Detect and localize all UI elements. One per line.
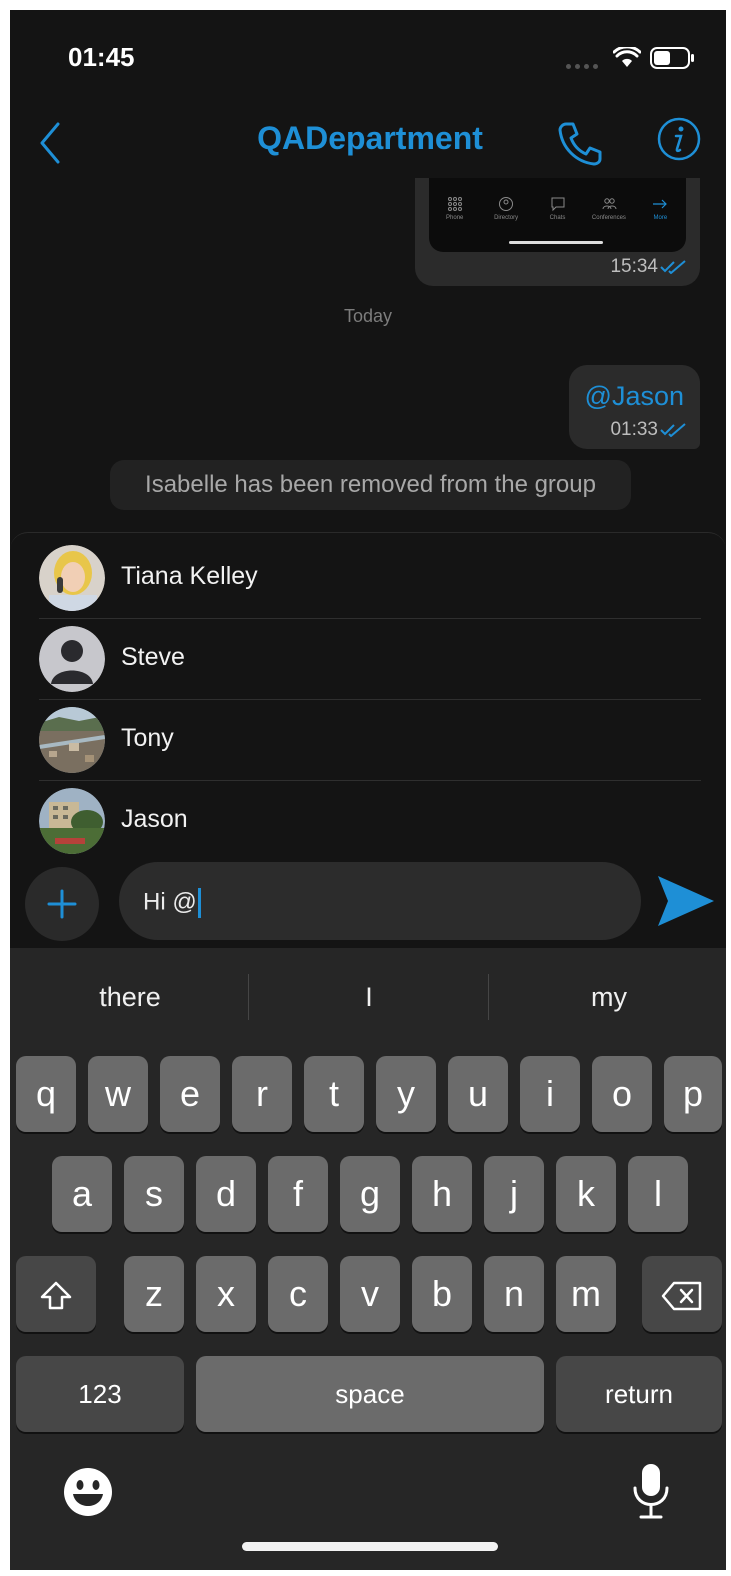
- numbers-key[interactable]: 123: [16, 1356, 184, 1432]
- cellular-signal-icon: [566, 64, 598, 69]
- message-input-value: Hi @: [143, 888, 197, 916]
- key-n[interactable]: n: [484, 1256, 544, 1332]
- message-composer: Hi @: [10, 860, 726, 950]
- key-w[interactable]: w: [88, 1056, 148, 1132]
- back-icon[interactable]: [36, 118, 66, 168]
- preview-tab: Directory: [480, 196, 531, 221]
- key-t[interactable]: t: [304, 1056, 364, 1132]
- key-f[interactable]: f: [268, 1156, 328, 1232]
- plus-icon: [47, 889, 77, 919]
- image-preview[interactable]: Phone Directory Chats Conferences More: [429, 178, 686, 252]
- phone-call-icon[interactable]: [556, 118, 602, 168]
- avatar: [39, 545, 105, 611]
- mention-name: Steve: [121, 643, 185, 671]
- preview-home-indicator: [509, 241, 603, 244]
- text-caret: [197, 888, 201, 918]
- mention-item[interactable]: Jason: [39, 781, 701, 861]
- key-c[interactable]: c: [268, 1256, 328, 1332]
- preview-tab-label: Phone: [446, 215, 464, 221]
- mention-item[interactable]: Steve: [39, 619, 701, 700]
- shift-icon: [40, 1282, 72, 1310]
- info-icon[interactable]: [656, 116, 702, 162]
- conferences-icon: [602, 198, 617, 210]
- read-receipt-icon: [660, 423, 686, 437]
- mention-suggestion-list: Tiana Kelley Steve Tony Jason: [10, 532, 726, 861]
- arrow-right-icon: [653, 199, 668, 209]
- mention-item[interactable]: Tiana Kelley: [39, 538, 701, 619]
- status-time: 01:45: [68, 42, 135, 72]
- preview-tab-label: More: [653, 215, 668, 221]
- delete-key[interactable]: [642, 1256, 722, 1332]
- key-y[interactable]: y: [376, 1056, 436, 1132]
- key-a[interactable]: a: [52, 1156, 112, 1232]
- message-input-text: Hi @: [143, 888, 201, 918]
- attach-button[interactable]: [25, 867, 99, 941]
- key-s[interactable]: s: [124, 1156, 184, 1232]
- avatar: [39, 788, 105, 854]
- preview-tab: Phone: [429, 196, 480, 221]
- mention-name: Tony: [121, 724, 174, 752]
- space-key[interactable]: space: [196, 1356, 544, 1432]
- emoji-icon[interactable]: [62, 1466, 114, 1518]
- key-o[interactable]: o: [592, 1056, 652, 1132]
- read-receipt-icon: [660, 260, 686, 274]
- message-time: 15:34: [610, 256, 658, 277]
- key-x[interactable]: x: [196, 1256, 256, 1332]
- preview-tab-label: Directory: [494, 215, 519, 221]
- key-q[interactable]: q: [16, 1056, 76, 1132]
- key-g[interactable]: g: [340, 1156, 400, 1232]
- key-r[interactable]: r: [232, 1056, 292, 1132]
- default-avatar-icon: [39, 626, 105, 692]
- key-i[interactable]: i: [520, 1056, 580, 1132]
- key-l[interactable]: l: [628, 1156, 688, 1232]
- send-icon[interactable]: [656, 874, 716, 928]
- mention-item[interactable]: Tony: [39, 700, 701, 781]
- suggestion-there[interactable]: there: [10, 968, 250, 1026]
- key-d[interactable]: d: [196, 1156, 256, 1232]
- outgoing-message-bubble[interactable]: @Jason 01:33: [569, 365, 700, 449]
- return-key[interactable]: return: [556, 1356, 722, 1432]
- mention-name: Jason: [121, 805, 188, 833]
- shift-key[interactable]: [16, 1256, 96, 1332]
- phone-screen: 01:45 QADepartment Phone Directory Chats…: [10, 10, 726, 1570]
- message-input[interactable]: Hi @: [119, 862, 641, 940]
- key-e[interactable]: e: [160, 1056, 220, 1132]
- key-h[interactable]: h: [412, 1156, 472, 1232]
- key-v[interactable]: v: [340, 1256, 400, 1332]
- key-z[interactable]: z: [124, 1256, 184, 1332]
- wifi-icon: [613, 47, 641, 67]
- microphone-icon[interactable]: [631, 1462, 671, 1522]
- key-j[interactable]: j: [484, 1156, 544, 1232]
- chat-title[interactable]: QADepartment: [210, 120, 530, 157]
- home-indicator[interactable]: [242, 1542, 498, 1551]
- key-m[interactable]: m: [556, 1256, 616, 1332]
- key-k[interactable]: k: [556, 1156, 616, 1232]
- key-p[interactable]: p: [664, 1056, 722, 1132]
- key-u[interactable]: u: [448, 1056, 508, 1132]
- chat-icon: [551, 197, 565, 212]
- keyboard: there I my q w e r t y u i o p a s d f g…: [10, 948, 726, 1570]
- mention-name: Tiana Kelley: [121, 562, 258, 590]
- preview-tab: More: [635, 196, 686, 221]
- message-text: @Jason: [584, 381, 684, 411]
- dial-pad-icon: [447, 197, 462, 211]
- preview-tab: Conferences: [583, 196, 634, 221]
- image-message-bubble[interactable]: Phone Directory Chats Conferences More 1…: [415, 178, 700, 286]
- preview-tab-bar: Phone Directory Chats Conferences More: [429, 196, 686, 221]
- preview-tab: Chats: [532, 196, 583, 221]
- preview-tab-label: Chats: [549, 215, 566, 221]
- message-time: 01:33: [610, 419, 658, 440]
- suggestion-i[interactable]: I: [249, 968, 489, 1026]
- preview-tab-label: Conferences: [591, 215, 626, 221]
- avatar: [39, 707, 105, 773]
- suggestion-my[interactable]: my: [489, 968, 726, 1026]
- battery-icon: [650, 47, 694, 69]
- system-message: Isabelle has been removed from the group: [110, 460, 631, 510]
- date-separator: Today: [343, 306, 393, 326]
- key-b[interactable]: b: [412, 1256, 472, 1332]
- backspace-icon: [661, 1282, 702, 1311]
- directory-icon: [499, 197, 514, 211]
